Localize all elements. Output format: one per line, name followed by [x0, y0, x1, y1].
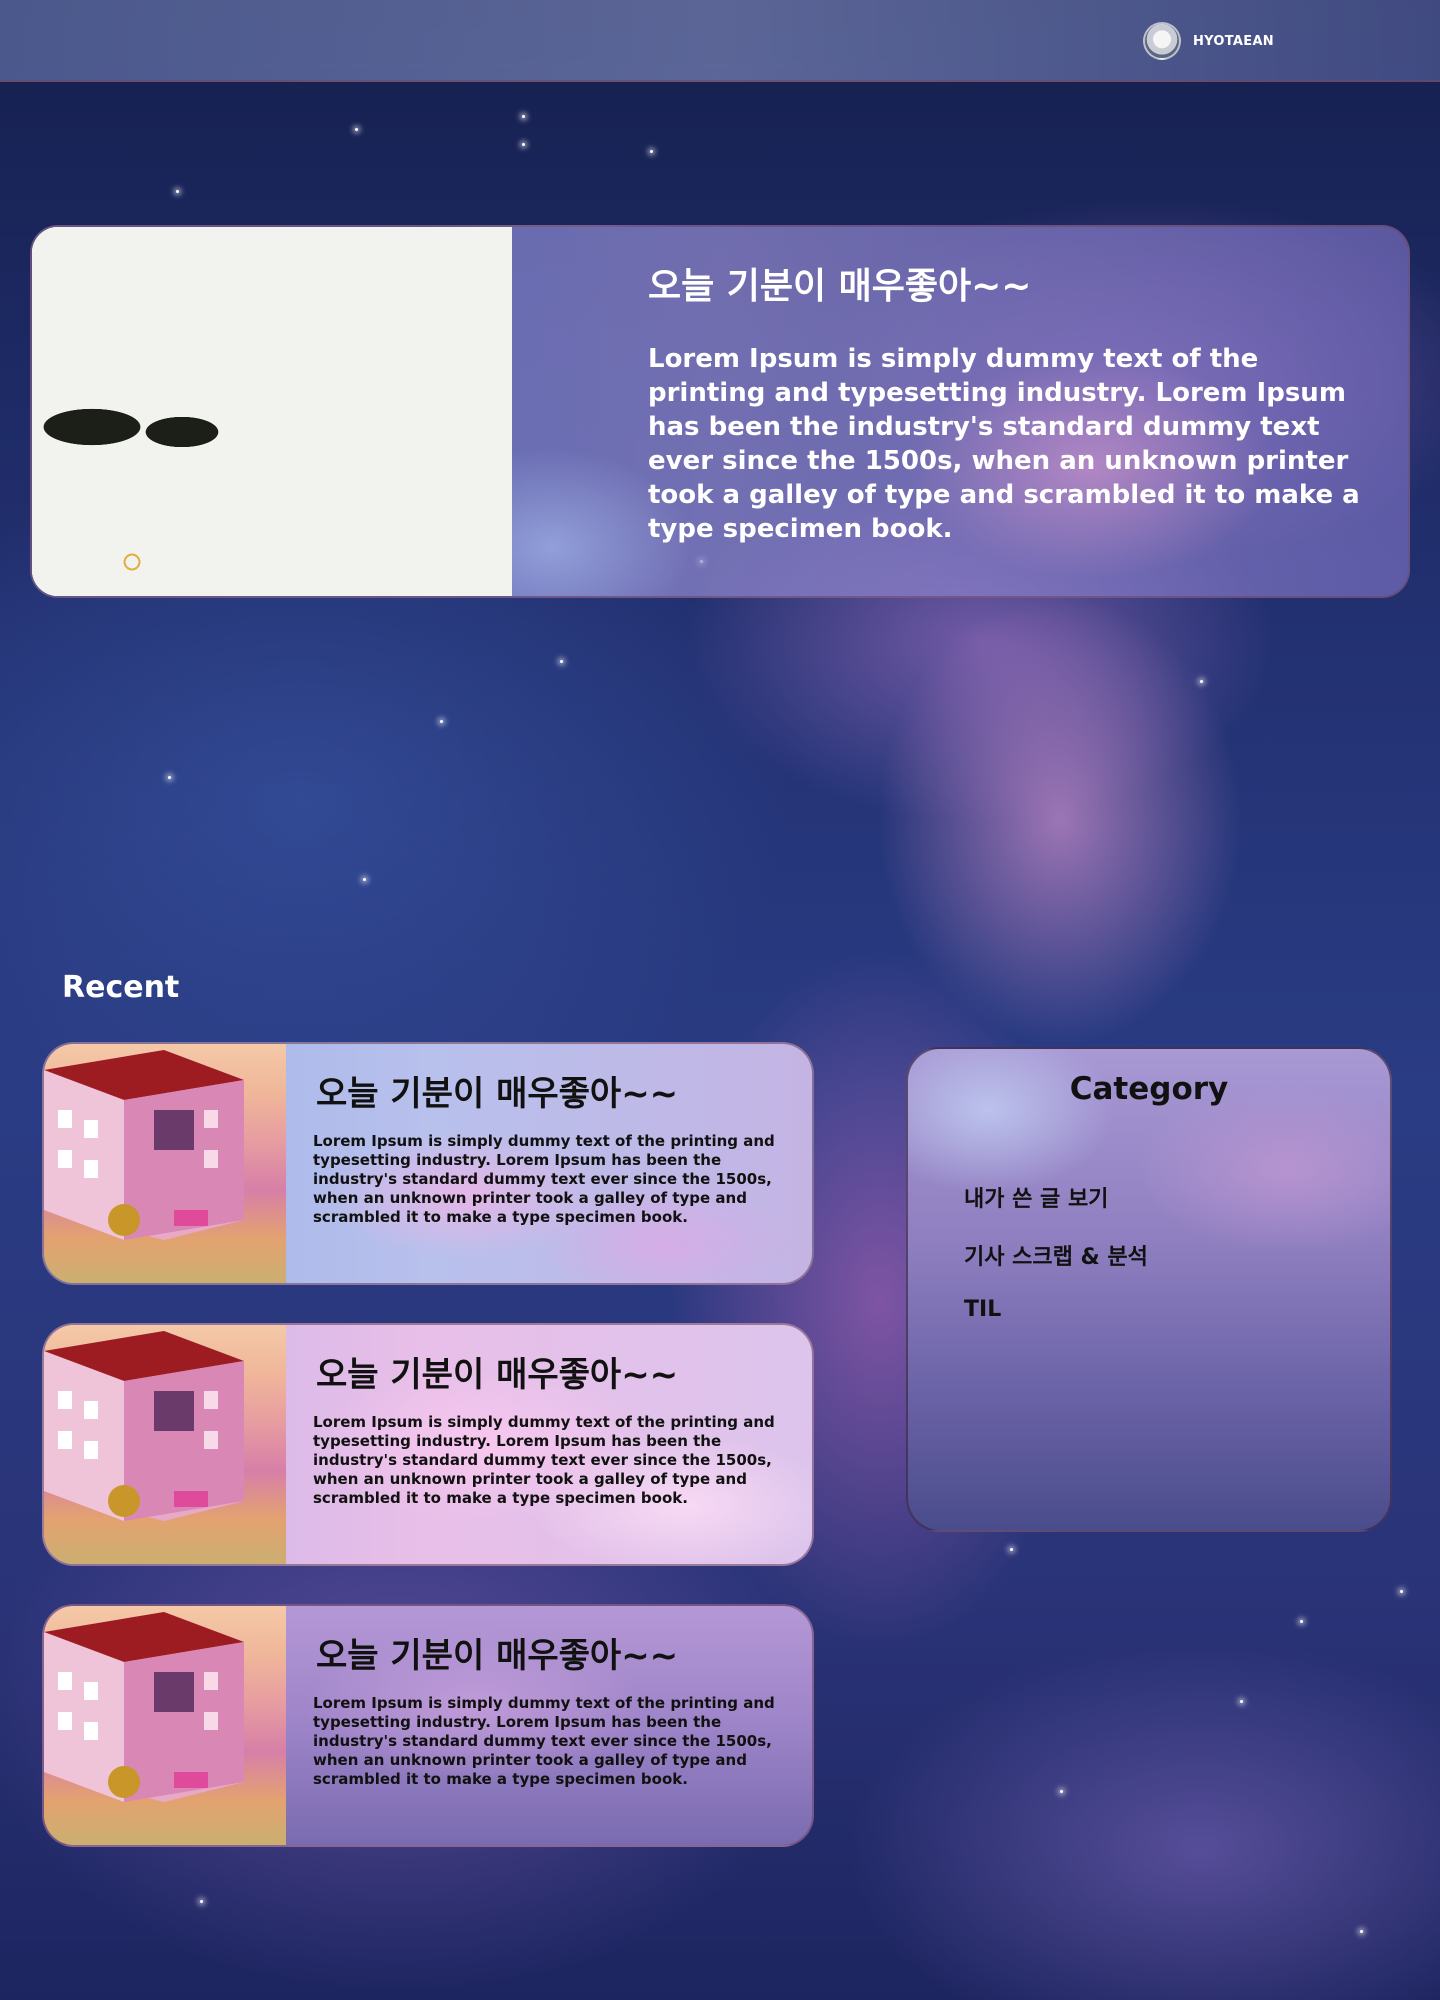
post-title[interactable]: 오늘 기분이 매우좋아~~ — [316, 1347, 678, 1396]
recent-post-card[interactable]: 오늘 기분이 매우좋아~~ Lorem Ipsum is simply dumm… — [42, 1323, 814, 1566]
post-title[interactable]: 오늘 기분이 매우좋아~~ — [316, 1628, 678, 1677]
post-thumbnail — [44, 1044, 286, 1283]
building-illustration — [44, 1612, 244, 1802]
post-excerpt: Lorem Ipsum is simply dummy text of the … — [313, 1413, 775, 1507]
top-navbar: HYOTAEAN — [0, 0, 1440, 82]
recent-post-card[interactable]: 오늘 기분이 매우좋아~~ Lorem Ipsum is simply dumm… — [42, 1042, 814, 1285]
category-list: 내가 쓴 글 보기 기사 스크랩 & 분석 TIL — [964, 1181, 1148, 1355]
avatar[interactable] — [1142, 22, 1181, 60]
post-excerpt: Lorem Ipsum is simply dummy text of the … — [313, 1694, 775, 1788]
post-title[interactable]: 오늘 기분이 매우좋아~~ — [316, 1066, 678, 1115]
recent-post-card[interactable]: 오늘 기분이 매우좋아~~ Lorem Ipsum is simply dumm… — [42, 1604, 814, 1847]
featured-post-text: Lorem Ipsum is simply dummy text of the … — [648, 344, 1360, 544]
featured-post-image — [32, 227, 512, 596]
category-title: Category — [1069, 1071, 1229, 1107]
building-illustration — [44, 1331, 244, 1521]
featured-post-card[interactable]: 오늘 기분이 매우좋아~~ Lorem Ipsum is simply dumm… — [30, 225, 1410, 598]
category-panel: Category 내가 쓴 글 보기 기사 스크랩 & 분석 TIL — [906, 1047, 1392, 1532]
user-profile[interactable]: HYOTAEAN — [1142, 22, 1274, 60]
username-label[interactable]: HYOTAEAN — [1193, 34, 1274, 49]
featured-post-title[interactable]: 오늘 기분이 매우좋아~~ — [648, 257, 1031, 309]
recent-heading: Recent — [62, 970, 180, 1005]
building-illustration — [44, 1050, 244, 1240]
category-item-my-posts[interactable]: 내가 쓴 글 보기 — [964, 1181, 1148, 1239]
category-item-til[interactable]: TIL — [964, 1297, 1148, 1355]
post-thumbnail — [44, 1606, 286, 1845]
category-item-article-scrap[interactable]: 기사 스크랩 & 분석 — [964, 1239, 1148, 1297]
post-thumbnail — [44, 1325, 286, 1564]
post-excerpt: Lorem Ipsum is simply dummy text of the … — [313, 1132, 775, 1226]
tree-silhouette — [32, 397, 512, 457]
